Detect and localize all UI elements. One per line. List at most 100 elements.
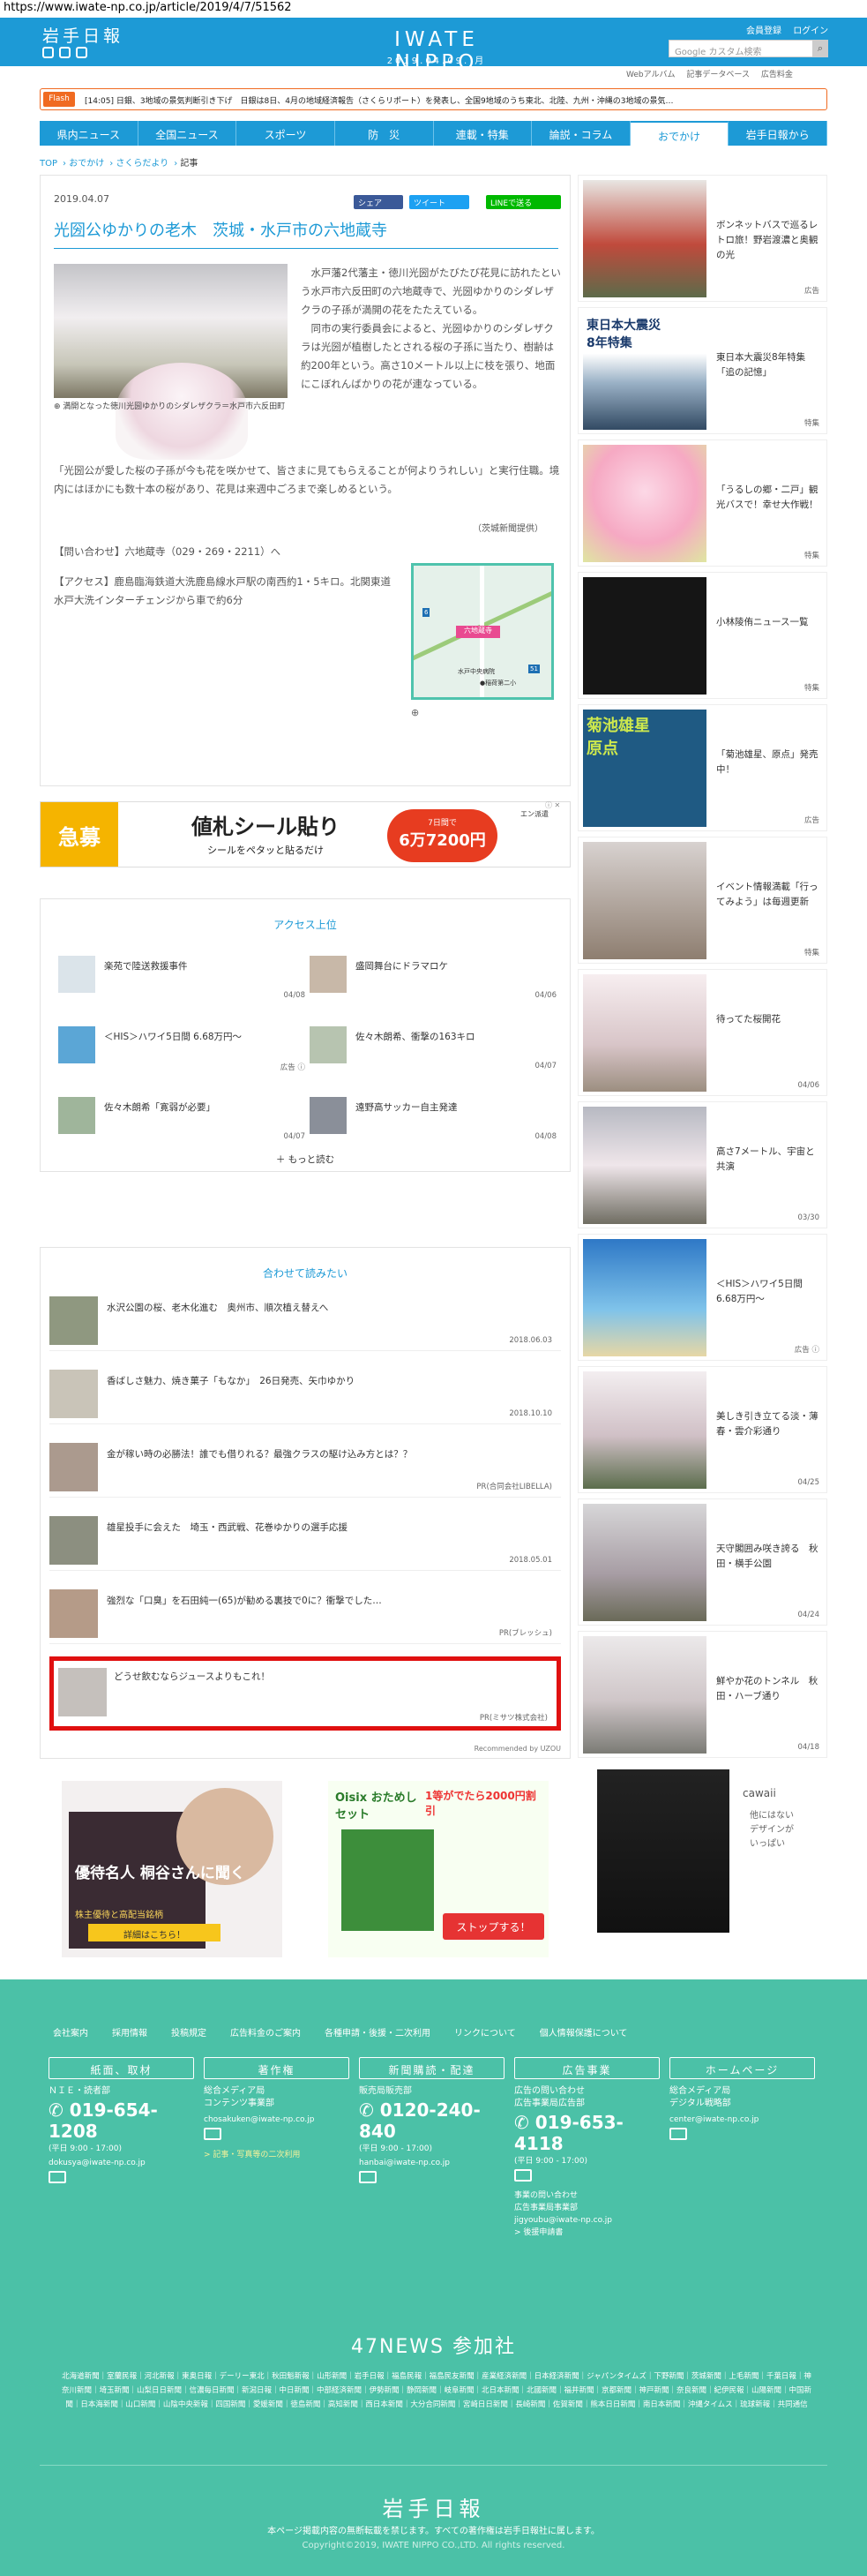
footer-extra-link[interactable]: 事業の問い合わせ 広告事業局事業部 jigyoubu@iwate-np.co.j… <box>514 2189 660 2239</box>
sidebar-thumb-title: 東日本大震災 8年特集 <box>587 319 661 350</box>
sidebar-item[interactable]: 東日本大震災 8年特集 東日本大震災8年特集「追の記憶」 特集 <box>578 307 827 434</box>
url-bar[interactable]: https://www.iwate-np.co.jp/article/2019/… <box>0 0 867 18</box>
ranking-item[interactable]: ＜HIS＞ハワイ5日間 6.68万円〜 広告 ⓘ <box>58 1026 305 1072</box>
sidebar-item[interactable]: 天守閣囲み咲き誇る 秋田・横手公園 04/24 <box>578 1498 827 1626</box>
location-map[interactable]: 六地蔵寺 水戸中央病院 ●稲荷第二小 6 51 <box>411 563 554 700</box>
ranking-item[interactable]: 遠野高サッカー自主発達 04/08 <box>310 1097 557 1141</box>
sidebar-item[interactable]: イベント情報満載「行ってみよう」は毎週更新 特集 <box>578 837 827 964</box>
rec-item-highlighted[interactable]: どうせ飲むならジュースよりもこれ！ PR(ミサツ株式会社) <box>49 1656 561 1731</box>
nav-outings[interactable]: おでかけ <box>630 121 729 146</box>
article-contact: 【問い合わせ】六地蔵寺（029・269・2211）へ <box>54 545 281 558</box>
facebook-share-button[interactable]: シェア <box>354 195 403 209</box>
facebook-icon[interactable] <box>59 47 71 58</box>
mail-icon[interactable] <box>204 2128 221 2140</box>
footer-extra-link[interactable]: > 記事・写真等の二次利用 <box>204 2148 349 2159</box>
rec-thumbnail <box>49 1370 98 1418</box>
footer-logo[interactable]: 岩手日報 <box>0 2491 867 2522</box>
footer-mail[interactable]: hanbai@iwate-np.co.jp <box>359 2159 505 2167</box>
footer-box-heading[interactable]: 著作権 <box>204 2057 349 2079</box>
ad-sub: 他にはないデザインがいっぱい <box>750 1811 794 1849</box>
nav-features[interactable]: 連載・特集 <box>434 121 533 146</box>
sidebar-item[interactable]: 高さ7メートル、宇宙と共演 03/30 <box>578 1101 827 1228</box>
ad-oisix[interactable]: Oisix おためしセット 1等がでたら2000円割引 ストップする！ <box>328 1781 549 1957</box>
footer-link[interactable]: 投稿規定 <box>171 2025 206 2039</box>
sidebar-item[interactable]: 「うるしの郷・二戸」観光バスで！幸せ大作戦！ 特集 <box>578 439 827 567</box>
nav-editorial[interactable]: 論説・コラム <box>532 121 631 146</box>
search-input[interactable]: Google カスタム検索 <box>669 40 814 57</box>
footer-box-heading[interactable]: ホームページ <box>669 2057 815 2079</box>
ad-cawaii[interactable]: cawaii 他にはないデザインがいっぱい <box>593 1761 813 1941</box>
sidebar-item[interactable]: 小林陵侑ニュース一覧 特集 <box>578 572 827 699</box>
ad-info-icon[interactable]: ⓘ ✕ <box>545 800 570 811</box>
flash-news-bar[interactable]: Flash [14:05] 日銀、3地域の景気判断引き下げ 日銀は8日、4月の地… <box>40 88 827 110</box>
footer-mail[interactable]: chosakuken@iwate-np.co.jp <box>204 2115 349 2124</box>
mail-icon[interactable] <box>669 2128 687 2140</box>
footer-link[interactable]: 広告料金のご案内 <box>230 2025 301 2039</box>
mail-icon[interactable] <box>49 2171 66 2183</box>
ranking-item[interactable]: 佐々木朗希、衝撃の163キロ 04/07 <box>310 1026 557 1070</box>
ranking-item[interactable]: 佐々木朗希「寛弱が必要」 04/07 <box>58 1097 305 1141</box>
footer-link[interactable]: 個人情報保護について <box>540 2025 628 2039</box>
twitter-icon[interactable] <box>42 47 54 58</box>
nav-disaster[interactable]: 防 災 <box>335 121 434 146</box>
site-logo[interactable]: 岩手日報 <box>42 23 123 47</box>
ranking-item[interactable]: 楽苑で陸送救援事件 04/08 <box>58 956 305 1000</box>
footer-link[interactable]: 各種申請・後援・二次利用 <box>325 2025 430 2039</box>
article-photo[interactable] <box>54 264 288 460</box>
sidebar-item[interactable]: 鮮やか花のトンネル 秋田・ハーブ通り 04/18 <box>578 1631 827 1758</box>
flash-tag: Flash <box>43 92 75 107</box>
rec-item[interactable]: 水沢公園の桜、老木化進む 奥州市、順次植え替えへ 2018.06.03 <box>49 1288 561 1351</box>
ad-cta[interactable]: 詳細はこちら！ <box>88 1924 220 1941</box>
footer-box-heading[interactable]: 広告事業 <box>514 2057 660 2079</box>
footer-link[interactable]: 会社案内 <box>53 2025 88 2039</box>
register-link[interactable]: 会員登録 <box>746 26 781 36</box>
rec-item[interactable]: 雄星投手に会えた 埼玉・西武戦、花巻ゆかりの選手応援 2018.05.01 <box>49 1507 561 1571</box>
n47-member-list[interactable]: 北海道新聞｜室蘭民報｜河北新報｜東奥日報｜デーリー東北｜秋田魁新報｜山形新聞｜岩… <box>62 2369 811 2412</box>
footer-box-heading[interactable]: 紙面、取材 <box>49 2057 194 2079</box>
breadcrumb-top[interactable]: TOP <box>40 159 57 169</box>
tweet-button[interactable]: ツイート <box>409 195 469 209</box>
ranking-thumbnail <box>58 1097 95 1134</box>
ad-cta[interactable]: ストップする！ <box>443 1913 544 1940</box>
sidebar-item[interactable]: ＜HIS＞ハワイ5日間 6.68万円〜 広告 ⓘ <box>578 1234 827 1361</box>
breadcrumb-sakura[interactable]: さくらだより <box>116 159 168 169</box>
zoom-icon[interactable]: ⊕ <box>54 402 63 411</box>
rec-item[interactable]: 香ばしさ魅力、焼き菓子「もなか」 26日発売、矢巾ゆかり 2018.10.10 <box>49 1361 561 1424</box>
login-link[interactable]: ログイン <box>793 26 828 36</box>
rec-item[interactable]: 金が稼い時の必勝法！誰でも借りれる？最強クラスの駆け込み方とは？？ PR(合同会社… <box>49 1434 561 1498</box>
mail-icon[interactable] <box>514 2169 532 2182</box>
search-icon[interactable]: ⌕ <box>812 40 828 57</box>
footer-box-heading[interactable]: 新聞購読・配達 <box>359 2057 505 2079</box>
ranking-thumbnail <box>310 956 347 993</box>
sidebar-item[interactable]: 待ってた桜開花 04/06 <box>578 969 827 1096</box>
sidebar-item[interactable]: 美しき引き立てる淡・薄春・雲介彩通り 04/25 <box>578 1366 827 1493</box>
ad-subline: シールをペタッと貼るだけ <box>207 845 324 856</box>
subnav-webalbum[interactable]: Webアルバム <box>626 71 676 79</box>
nav-from-nippo[interactable]: 岩手日報から <box>729 121 827 146</box>
breadcrumb: TOP › おでかけ › さくらだより › 記事 <box>40 159 198 169</box>
map-zoom-icon[interactable]: ⊕ <box>411 707 419 718</box>
breadcrumb-outings[interactable]: おでかけ <box>69 159 104 169</box>
footer-link[interactable]: 採用情報 <box>112 2025 147 2039</box>
subnav-adprice[interactable]: 広告料金 <box>761 71 793 79</box>
flash-text[interactable]: [14:05] 日銀、3地域の景気判断引き下げ 日銀は8日、4月の地域経済報告（… <box>85 94 817 106</box>
sidebar-item[interactable]: 菊池雄星 原点 「菊池雄星、原点」発売中！ 広告 <box>578 704 827 831</box>
footer-mail[interactable]: center@iwate-np.co.jp <box>669 2115 815 2124</box>
more-button[interactable]: ＋ もっと読む <box>41 1153 570 1166</box>
footer-mail[interactable]: dokusya@iwate-np.co.jp <box>49 2159 194 2167</box>
instagram-icon[interactable] <box>76 47 87 58</box>
brand-title[interactable]: IWATE NIPPO <box>348 28 525 74</box>
nav-sports[interactable]: スポーツ <box>236 121 335 146</box>
nav-national-news[interactable]: 全国ニュース <box>138 121 237 146</box>
ad-kiritani[interactable]: 優待名人 桐谷さんに聞く 株主優待と高配当銘柄 詳細はこちら！ <box>62 1781 282 1957</box>
subnav-database[interactable]: 記事データベース <box>686 71 750 79</box>
ranking-item[interactable]: 盛岡舞台にドラマロケ 04/06 <box>310 956 557 1000</box>
banner-ad[interactable]: 急募 値札シール貼り シールをペタッと貼るだけ 7日間で 6万7200円 エン派遣 <box>40 801 571 867</box>
mail-icon[interactable] <box>359 2171 377 2183</box>
footer-link[interactable]: リンクについて <box>454 2025 516 2039</box>
nav-prefecture-news[interactable]: 県内ニュース <box>40 121 138 146</box>
rec-item[interactable]: 強烈な「口臭」を石田純一(65)が勧める裏技で0に？衝撃でした… PR(ブレッシュ… <box>49 1581 561 1644</box>
line-share-button[interactable]: LINEで送る <box>486 195 561 209</box>
sidebar-item[interactable]: ボンネットバスで巡るレトロ旅！野岩渡濃と奥観の光 広告 <box>578 175 827 302</box>
ad-title: Oisix おためしセット <box>335 1791 417 1821</box>
